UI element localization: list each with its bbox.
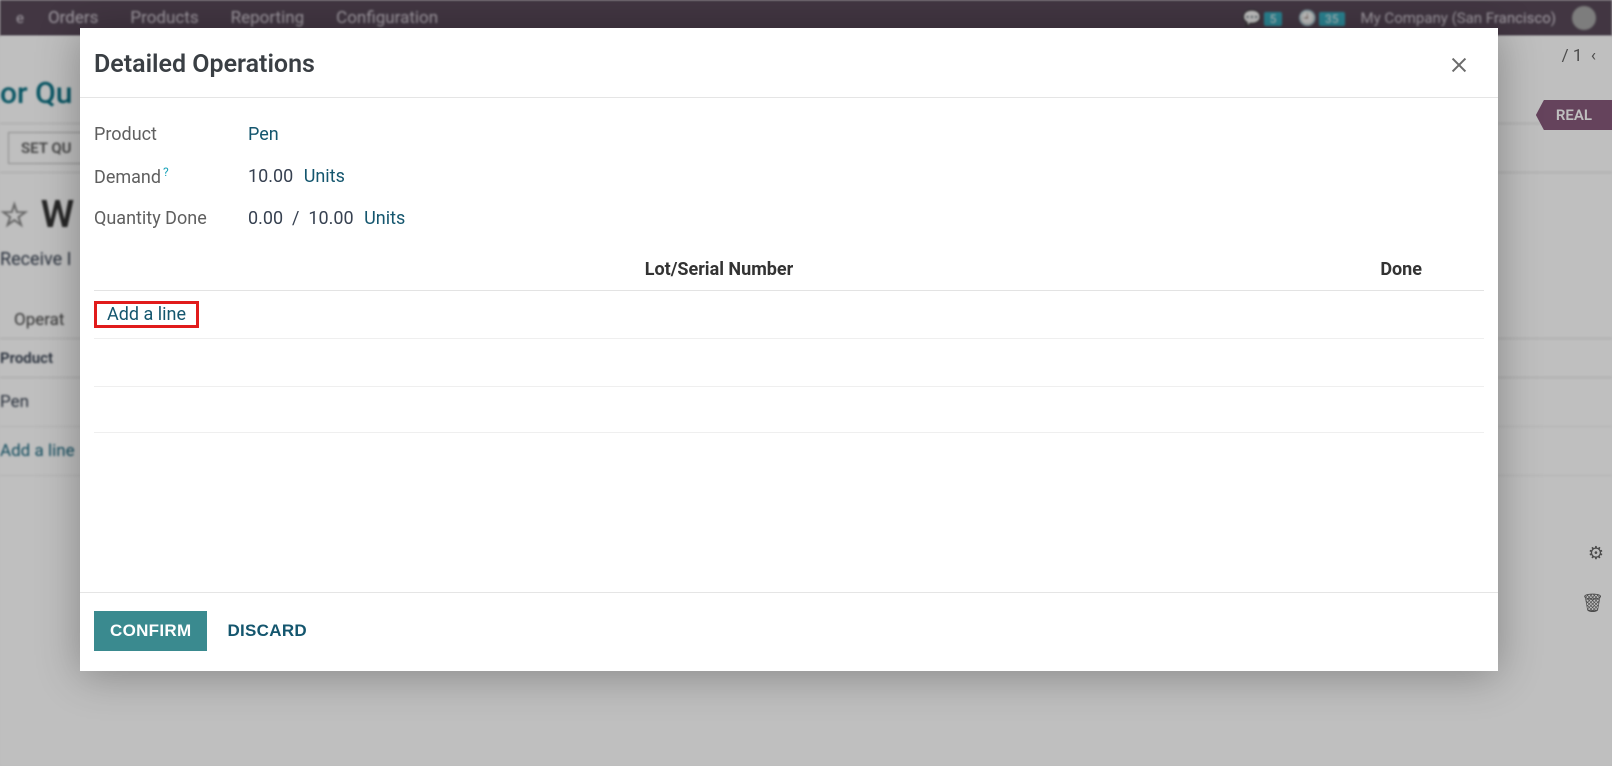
done-total: 10.00 bbox=[308, 208, 353, 229]
discard-button[interactable]: DISCARD bbox=[227, 621, 307, 641]
add-line-link[interactable]: Add a line bbox=[97, 300, 196, 329]
demand-quantity: 10.00 bbox=[248, 166, 293, 187]
done-separator: / bbox=[292, 208, 299, 229]
help-icon[interactable]: ? bbox=[163, 165, 169, 179]
product-label: Product bbox=[94, 124, 248, 145]
detailed-operations-modal: Detailed Operations Product Pen Demand? … bbox=[80, 28, 1498, 671]
table-spacer-2 bbox=[94, 387, 1484, 433]
table-spacer bbox=[94, 341, 1484, 387]
quantity-done-label: Quantity Done bbox=[94, 208, 248, 229]
done-uom[interactable]: Units bbox=[364, 208, 405, 229]
add-line-highlight: Add a line bbox=[94, 301, 199, 328]
close-icon[interactable] bbox=[1448, 54, 1470, 76]
col-lot-serial: Lot/Serial Number bbox=[98, 259, 1340, 280]
modal-title: Detailed Operations bbox=[94, 50, 315, 79]
demand-uom[interactable]: Units bbox=[304, 166, 345, 187]
operations-table: Lot/Serial Number Done Add a line bbox=[94, 249, 1484, 433]
confirm-button[interactable]: CONFIRM bbox=[94, 611, 207, 651]
done-quantity: 0.00 bbox=[248, 208, 283, 229]
modal-body: Product Pen Demand? 10.00 Units Quantity… bbox=[80, 98, 1498, 592]
modal-footer: CONFIRM DISCARD bbox=[80, 592, 1498, 671]
col-done: Done bbox=[1340, 259, 1480, 280]
modal-header: Detailed Operations bbox=[80, 28, 1498, 98]
demand-label: Demand? bbox=[94, 165, 248, 188]
product-value[interactable]: Pen bbox=[248, 124, 279, 145]
